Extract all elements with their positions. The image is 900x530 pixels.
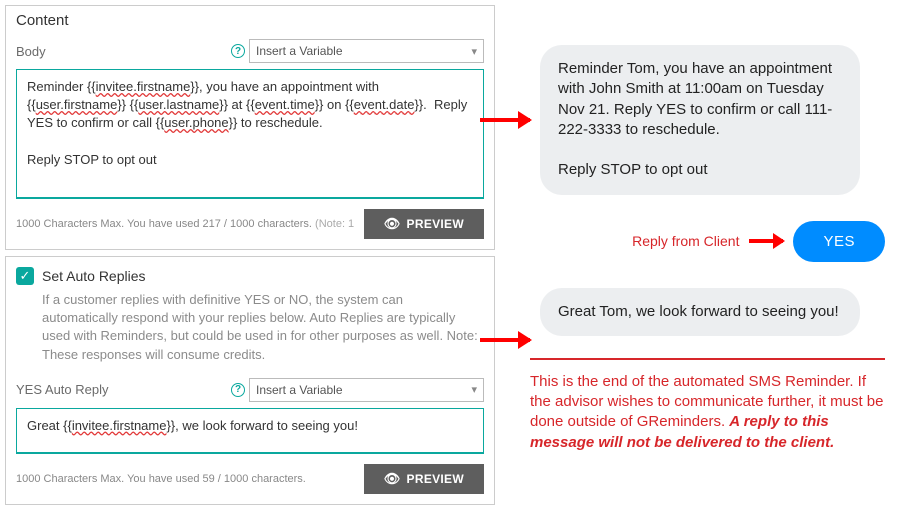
sms-bubble-outgoing: YES	[793, 221, 885, 262]
auto-replies-label: Set Auto Replies	[42, 268, 146, 284]
insert-variable-select[interactable]: Insert a Variable	[249, 378, 484, 402]
divider	[530, 358, 885, 360]
yes-reply-textarea[interactable]: Great {{invitee.firstname}}, we look for…	[16, 408, 484, 454]
body-label: Body	[16, 44, 231, 59]
eye-icon	[384, 217, 401, 231]
help-icon[interactable]: ?	[231, 44, 245, 58]
sms-bubble-incoming: Reminder Tom, you have an appointment wi…	[540, 45, 860, 195]
yes-reply-row: YES Auto Reply ? Insert a Variable	[6, 376, 494, 404]
insert-variable-select[interactable]: Insert a Variable	[249, 39, 484, 63]
auto-replies-panel: ✓ Set Auto Replies If a customer replies…	[5, 256, 495, 505]
end-note: This is the end of the automated SMS Rem…	[520, 372, 895, 453]
content-title: Content	[6, 6, 494, 37]
auto-replies-description: If a customer replies with definitive YE…	[6, 291, 494, 376]
body-field-row: Body ? Insert a Variable	[6, 37, 494, 65]
body-textarea[interactable]: Reminder {{invitee.firstname}}, you have…	[16, 69, 484, 199]
reply-from-client-label: Reply from Client	[632, 233, 739, 249]
eye-icon	[384, 472, 401, 486]
preview-button[interactable]: PREVIEW	[364, 464, 484, 494]
preview-button[interactable]: PREVIEW	[364, 209, 484, 239]
yes-reply-label: YES Auto Reply	[16, 382, 231, 397]
arrow-icon	[749, 239, 783, 243]
yes-char-counter: 1000 Characters Max. You have used 59 / …	[16, 473, 306, 485]
help-icon[interactable]: ?	[231, 383, 245, 397]
sms-bubble-incoming: Great Tom, we look forward to seeing you…	[540, 288, 860, 336]
content-panel: Content Body ? Insert a Variable Reminde…	[5, 5, 495, 250]
auto-replies-checkbox[interactable]: ✓	[16, 267, 34, 285]
body-char-counter: 1000 Characters Max. You have used 217 /…	[16, 218, 356, 230]
